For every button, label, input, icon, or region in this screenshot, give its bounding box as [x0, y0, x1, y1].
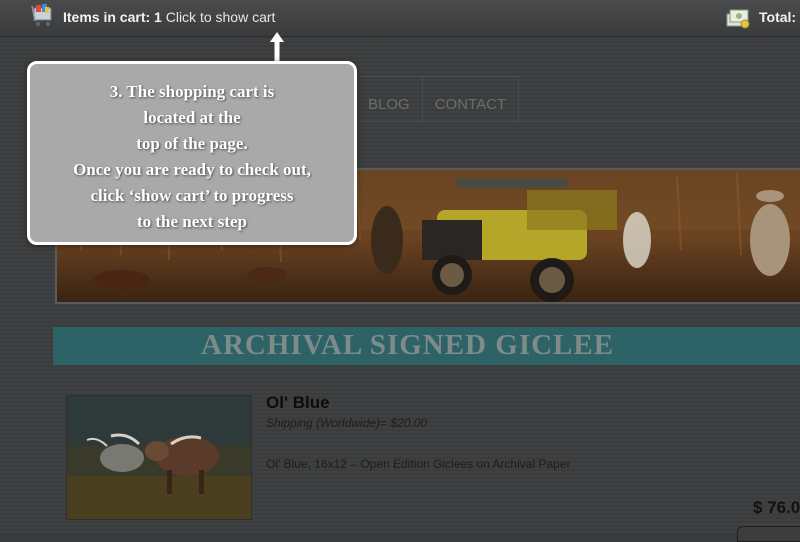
product-thumbnail[interactable]	[66, 395, 252, 520]
cart-status: Items in cart: 1 Click to show cart	[63, 9, 275, 25]
show-cart-link[interactable]: Click to show cart	[166, 9, 276, 25]
tooltip-line: to the next step	[136, 212, 247, 231]
section-title: ARCHIVAL SIGNED GICLEE	[201, 329, 615, 361]
product-shipping: Shipping (Worldwide)= $20.00	[266, 416, 428, 430]
nav-item-blog[interactable]: BLOG	[360, 77, 423, 123]
tooltip-line: 3. The shopping cart is	[109, 82, 275, 101]
nav-divider	[360, 121, 800, 122]
tooltip-line: click ‘show cart’ to progress	[90, 186, 294, 205]
tooltip-line: top of the page.	[136, 134, 248, 153]
section-title-bar: ARCHIVAL SIGNED GICLEE	[53, 327, 800, 365]
up-arrow-icon	[270, 32, 284, 62]
tutorial-tooltip: 3. The shopping cart is located at the t…	[27, 61, 357, 245]
main-nav: BLOG CONTACT	[360, 76, 520, 123]
shopping-cart-icon[interactable]	[30, 3, 56, 29]
items-in-cart-count: 1	[154, 9, 162, 25]
items-in-cart-label: Items in cart:	[63, 9, 151, 25]
tooltip-line: Once you are ready to check out,	[73, 160, 311, 179]
product-name[interactable]: Ol' Blue	[266, 393, 330, 413]
product-price: $ 76.0	[753, 498, 800, 517]
tooltip-line: located at the	[143, 108, 241, 127]
nav-item-contact[interactable]: CONTACT	[423, 77, 520, 123]
tooltip-text: 3. The shopping cart is located at the t…	[30, 79, 354, 235]
add-to-cart-button[interactable]	[737, 526, 800, 542]
money-icon	[726, 9, 750, 29]
cart-bar: Items in cart: 1 Click to show cart Tota…	[0, 0, 800, 37]
product-description: Ol' Blue, 16x12 – Open Edition Giclees o…	[266, 457, 571, 471]
cart-total-label: Total:	[759, 9, 797, 25]
